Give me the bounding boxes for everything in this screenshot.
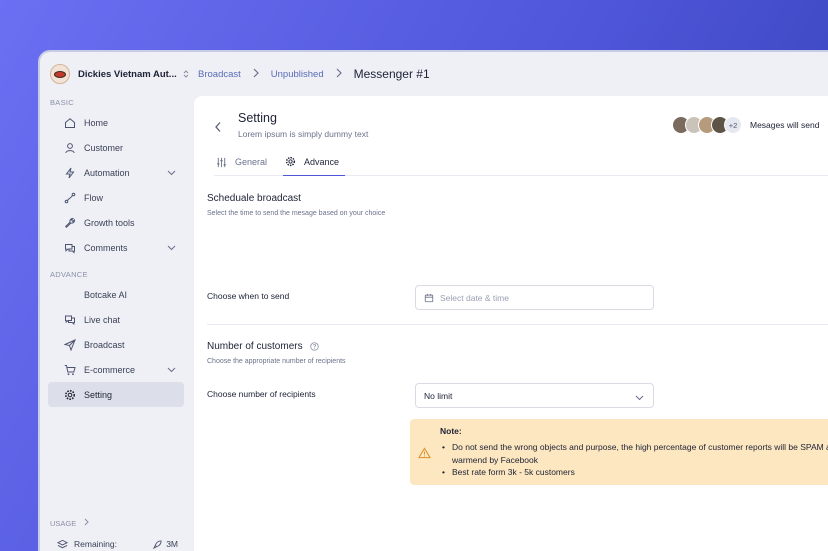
back-arrow-icon[interactable]	[214, 120, 222, 138]
section-divider	[207, 324, 828, 325]
chat-icon	[64, 314, 76, 326]
sidebar-item-label: Flow	[84, 192, 104, 203]
schedule-section-desc: Select the time to send the mesage based…	[207, 210, 386, 217]
tab-label: General	[235, 157, 268, 167]
sidebar-item-label: Botcake AI	[84, 289, 128, 300]
sidebar-item-growth-tools[interactable]: Growth tools	[48, 210, 184, 235]
sidebar-item-comments[interactable]: Comments	[48, 235, 184, 260]
sidebar-item-label: Live chat	[84, 314, 121, 325]
sidebar-item-home[interactable]: Home	[48, 110, 184, 135]
page-title: Setting	[238, 111, 277, 125]
help-icon[interactable]	[310, 342, 320, 351]
tab-advance[interactable]: Advance	[283, 148, 346, 176]
sidebar-section-basic: BASIC	[50, 98, 75, 107]
sidebar-item-label: Home	[84, 117, 109, 128]
breadcrumb-unpublished[interactable]: Unpublished	[271, 69, 324, 80]
workspace-logo	[50, 64, 70, 84]
rocket-icon	[153, 539, 162, 549]
workspace-name: Dickies Vietnam Aut...	[78, 68, 177, 80]
home-icon	[64, 117, 76, 129]
chevron-right-icon	[253, 68, 259, 81]
send-time-label: Choose when to send	[207, 291, 290, 301]
sidebar-item-automation[interactable]: Automation	[48, 160, 184, 185]
note-item: Do not send the wrong objects and purpos…	[440, 441, 828, 466]
sidebar-item-label: Comments	[84, 242, 128, 253]
sliders-icon	[216, 157, 227, 168]
sidebar: BASIC Home Customer Automation Flow Grow…	[40, 96, 192, 551]
customers-title-text: Number of customers	[207, 341, 303, 352]
gear-icon	[285, 156, 296, 167]
sidebar-item-broadcast[interactable]: Broadcast	[48, 332, 184, 357]
chevron-right-icon	[84, 518, 89, 528]
avatars-more-count: +2	[724, 116, 742, 134]
sidebar-item-label: Automation	[84, 167, 130, 178]
wrench-icon	[64, 217, 76, 229]
botcake-ai-icon	[64, 289, 76, 301]
user-icon	[64, 142, 76, 154]
workspace-switcher[interactable]: Dickies Vietnam Aut...	[40, 52, 192, 96]
chevron-down-icon	[635, 393, 644, 403]
cart-icon	[64, 364, 76, 376]
send-icon	[64, 338, 76, 351]
remaining-value: 3M	[166, 539, 178, 549]
note-callout: Note: Do not send the wrong objects and …	[410, 419, 828, 485]
chevron-down-icon[interactable]	[167, 243, 176, 253]
breadcrumb: Broadcast Unpublished Messenger #1	[198, 67, 430, 81]
note-item: Best rate form 3k - 5k customers	[440, 466, 828, 479]
flow-icon	[64, 192, 76, 204]
sidebar-item-botcake-ai[interactable]: Botcake AI	[48, 282, 184, 307]
usage-label: USAGE	[50, 518, 77, 528]
lightning-icon	[64, 167, 76, 179]
page-subtitle: Lorem ipsum is simply dummy text	[238, 129, 369, 139]
send-status-text: Mesages will send	[750, 120, 820, 130]
recipients-selected-value: No limit	[424, 390, 453, 401]
tab-general[interactable]: General	[214, 148, 273, 176]
sidebar-item-flow[interactable]: Flow	[48, 185, 184, 210]
date-time-input[interactable]: Select date & time	[415, 285, 654, 310]
recipients-label: Choose number of recipients	[207, 389, 316, 399]
chevron-down-icon[interactable]	[167, 168, 176, 178]
chevron-right-icon	[336, 68, 342, 81]
customers-section-title: Number of customers	[207, 341, 320, 352]
tab-label: Advance	[304, 156, 340, 167]
breadcrumb-current: Messenger #1	[353, 67, 430, 81]
main-panel: Setting Lorem ipsum is simply dummy text…	[194, 96, 828, 551]
sidebar-item-setting[interactable]: Setting	[48, 382, 184, 407]
top-bar: Dickies Vietnam Aut... Broadcast Unpubli…	[40, 52, 828, 96]
recipients-select[interactable]: No limit	[415, 383, 654, 408]
sidebar-item-label: Customer	[84, 142, 124, 153]
note-title: Note:	[440, 426, 462, 436]
sidebar-item-label: Broadcast	[84, 339, 125, 350]
gear-icon	[64, 389, 76, 401]
usage-section[interactable]: USAGE	[50, 518, 89, 528]
sidebar-section-advance: ADVANCE	[50, 270, 88, 279]
sidebar-item-e-commerce[interactable]: E-commerce	[48, 357, 184, 382]
note-list: Do not send the wrong objects and purpos…	[440, 441, 828, 479]
calendar-icon	[424, 293, 434, 303]
chevron-down-icon[interactable]	[167, 365, 176, 375]
remaining-row: Remaining: 3M	[56, 538, 178, 550]
breadcrumb-broadcast[interactable]: Broadcast	[198, 69, 241, 80]
date-time-placeholder: Select date & time	[440, 292, 509, 303]
recipient-avatars[interactable]: +2	[672, 116, 742, 134]
app-window: Dickies Vietnam Aut... Broadcast Unpubli…	[38, 50, 828, 551]
sidebar-item-label: Setting	[84, 389, 113, 400]
sidebar-item-label: Growth tools	[84, 217, 135, 228]
sidebar-item-label: E-commerce	[84, 364, 136, 375]
chevron-updown-icon	[183, 69, 189, 80]
tab-bar: General Advance	[214, 148, 828, 176]
warning-icon	[418, 446, 431, 464]
customers-section-desc: Choose the appropriate number of recipie…	[207, 358, 346, 365]
stack-icon	[56, 538, 68, 550]
comment-icon	[64, 242, 76, 254]
schedule-section-title: Scheduale broadcast	[207, 193, 301, 204]
sidebar-item-customer[interactable]: Customer	[48, 135, 184, 160]
sidebar-item-live-chat[interactable]: Live chat	[48, 307, 184, 332]
remaining-label: Remaining:	[74, 539, 117, 549]
